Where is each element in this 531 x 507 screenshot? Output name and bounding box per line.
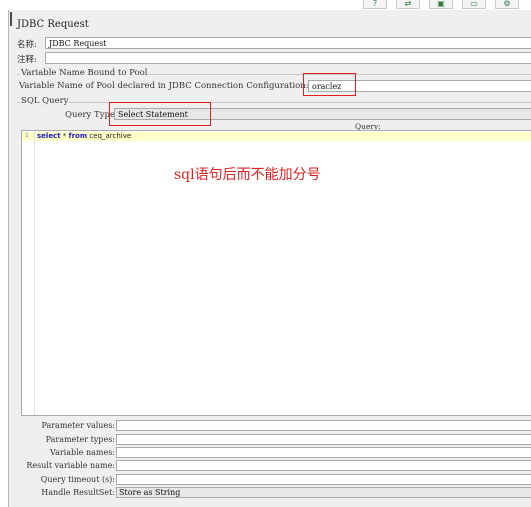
parameter-types-field[interactable] — [116, 434, 531, 445]
line-gutter — [22, 131, 35, 415]
variable-names-field[interactable] — [116, 447, 531, 458]
sql-group-legend: SQL Query — [20, 96, 70, 106]
line-number: 1 — [25, 132, 29, 139]
sql-keyword-from: from — [68, 132, 88, 140]
panel-title: JDBC Request — [17, 19, 89, 30]
query-type-select[interactable]: Select Statement — [114, 108, 531, 120]
pool-name-field[interactable]: oraclez — [308, 80, 531, 92]
handle-resultset-select[interactable]: Store as String — [116, 487, 531, 498]
parameter-values-label: Parameter values: — [41, 421, 115, 430]
name-label: 名称: — [17, 40, 37, 50]
name-field[interactable]: JDBC Request — [45, 37, 531, 49]
sql-star: * — [62, 132, 67, 140]
comments-field[interactable] — [45, 52, 531, 64]
panel-marker — [10, 12, 12, 26]
toolbar-button-1[interactable]: ? — [363, 0, 387, 9]
toolbar-button-5[interactable]: ⚙ — [495, 0, 519, 9]
query-timeout-label: Query timeout (s): — [40, 475, 115, 484]
pool-name-label: Variable Name of Pool declared in JDBC C… — [19, 81, 309, 91]
query-timeout-field[interactable] — [116, 474, 531, 485]
sql-group-border — [17, 102, 531, 103]
toolbar-button-4[interactable]: ▭ — [462, 0, 486, 9]
result-variable-label: Result variable name: — [26, 461, 115, 470]
jdbc-request-panel: JDBC Request 名称: JDBC Request 注释: Variab… — [8, 10, 531, 507]
remote-icon: ⇄ — [404, 0, 412, 8]
sql-code-line: select * from ceq_archive — [37, 132, 131, 141]
pool-group-legend: Variable Name Bound to Pool — [20, 68, 149, 78]
query-type-label: Query Type: — [65, 110, 118, 120]
settings-icon: ⚙ — [503, 0, 511, 8]
comments-label: 注释: — [17, 55, 37, 65]
handle-resultset-label: Handle ResultSet: — [41, 488, 115, 497]
top-toolbar: ? ⇄ ▣ ▭ ⚙ — [0, 0, 531, 10]
toolbar-button-3[interactable]: ▣ — [429, 0, 453, 9]
parameter-values-field[interactable] — [116, 420, 531, 431]
result-variable-field[interactable] — [116, 460, 531, 471]
sql-keyword-select: select — [37, 132, 61, 140]
annotation-text: sql语句后而不能加分号 — [174, 167, 321, 183]
help-icon: ? — [372, 0, 378, 8]
variable-names-label: Variable names: — [50, 448, 115, 457]
clear-icon: ▭ — [470, 0, 478, 8]
parameter-types-label: Parameter types: — [45, 435, 115, 444]
toolbar-button-2[interactable]: ⇄ — [396, 0, 420, 9]
sql-table-name: ceq_archive — [89, 132, 132, 140]
function-icon: ▣ — [437, 0, 445, 8]
